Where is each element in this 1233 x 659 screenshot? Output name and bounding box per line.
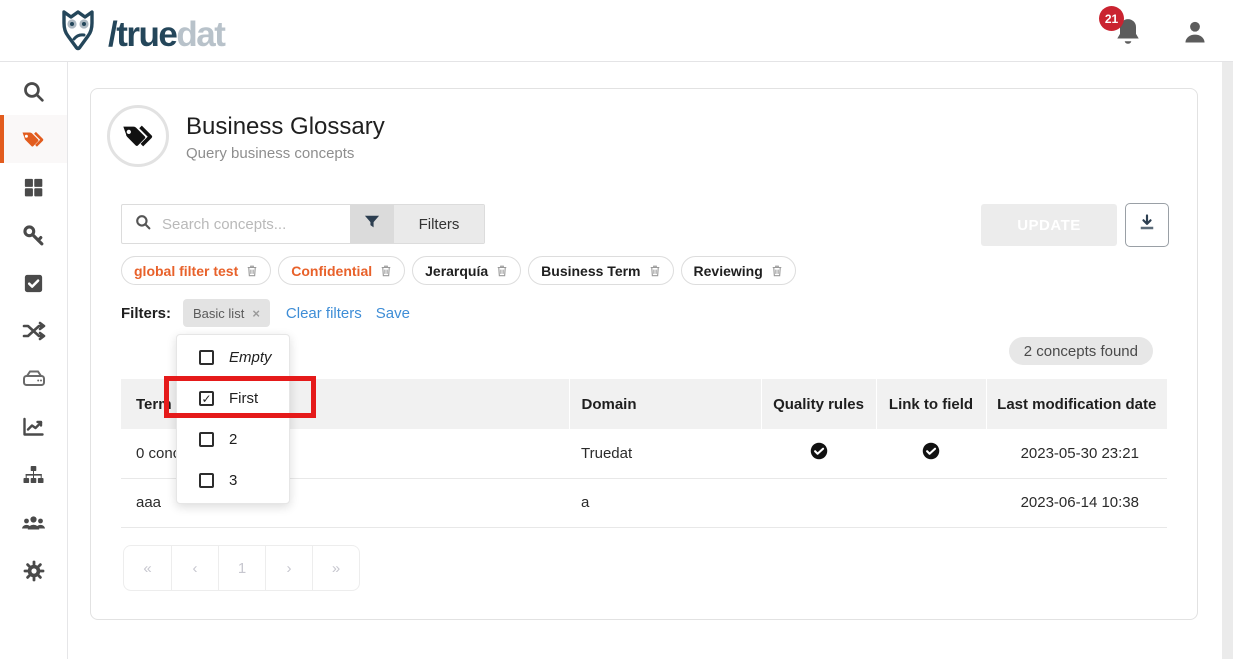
dropdown-option-2[interactable]: 2: [177, 419, 289, 460]
dropdown-option-first[interactable]: First: [177, 378, 289, 419]
shuffle-icon: [21, 319, 47, 343]
tags-icon: [20, 127, 47, 151]
gear-icon: [22, 559, 46, 583]
search-icon: [21, 79, 46, 104]
page-scrollbar[interactable]: [1222, 62, 1233, 659]
sitemap-icon: [21, 463, 46, 487]
pagination-page-1[interactable]: 1: [218, 546, 265, 590]
filter-chip[interactable]: global filter test: [121, 256, 271, 285]
clear-filters-link[interactable]: Clear filters: [286, 305, 362, 322]
search-input[interactable]: [162, 216, 342, 233]
saved-filters-label: Filters:: [121, 305, 171, 322]
sidebar-item-dashboards[interactable]: [0, 403, 67, 451]
col-header-domain[interactable]: Domain: [569, 379, 761, 429]
filter-chip[interactable]: Business Term: [528, 256, 673, 285]
save-filters-link[interactable]: Save: [376, 305, 410, 322]
notifications-button[interactable]: 21: [1113, 16, 1149, 52]
trash-icon[interactable]: [649, 264, 661, 277]
trash-icon[interactable]: [380, 264, 392, 277]
check-circle-icon: [810, 442, 828, 464]
user-menu-button[interactable]: [1181, 18, 1209, 46]
page-title: Business Glossary: [186, 113, 385, 141]
download-button[interactable]: [1125, 203, 1169, 247]
sidebar-item-structures[interactable]: [0, 163, 67, 211]
filters-button[interactable]: Filters: [394, 205, 484, 243]
sidebar-item-quality[interactable]: [0, 259, 67, 307]
sidebar: [0, 62, 68, 659]
search-icon: [134, 213, 152, 236]
owl-logo-icon: [52, 9, 104, 60]
pagination-first-button[interactable]: «: [124, 546, 171, 590]
filter-funnel-button[interactable]: [350, 205, 394, 243]
pagination: « ‹ 1 › »: [123, 545, 360, 591]
grid-icon: [22, 176, 45, 199]
sidebar-item-glossary[interactable]: [0, 115, 67, 163]
cell-domain: Truedat: [569, 429, 761, 478]
trash-icon[interactable]: [496, 264, 508, 277]
topbar: /truedat 21: [0, 0, 1233, 62]
filter-chip[interactable]: Reviewing: [681, 256, 796, 285]
saved-filters-row: Filters: Basic list × Clear filters Save: [121, 298, 410, 328]
user-icon: [1181, 33, 1209, 50]
page-subtitle: Query business concepts: [186, 145, 354, 162]
cell-last-modification: 2023-06-14 10:38: [986, 478, 1167, 527]
sidebar-item-settings[interactable]: [0, 547, 67, 595]
pagination-prev-button[interactable]: ‹: [171, 546, 218, 590]
trash-icon[interactable]: [771, 264, 783, 277]
users-icon: [20, 511, 47, 535]
sidebar-item-search[interactable]: [0, 67, 67, 115]
sidebar-item-lineage[interactable]: [0, 307, 67, 355]
cell-domain: a: [569, 478, 761, 527]
truedat-logo[interactable]: /truedat: [52, 9, 224, 60]
checkbox-checked-icon[interactable]: [199, 391, 214, 406]
filter-chip[interactable]: Confidential: [278, 256, 405, 285]
download-icon: [1137, 213, 1157, 238]
logo-wordmark: /truedat: [108, 13, 224, 57]
key-icon: [21, 223, 46, 248]
results-count-badge: 2 concepts found: [1009, 337, 1153, 365]
trash-icon[interactable]: [246, 264, 258, 277]
dropdown-option-3[interactable]: 3: [177, 460, 289, 501]
cell-quality-rules: [761, 429, 876, 478]
truedat-app: /truedat 21: [0, 0, 1233, 659]
saved-filter-chip[interactable]: Basic list ×: [183, 299, 270, 327]
funnel-icon: [362, 212, 382, 237]
chart-icon: [21, 415, 46, 439]
remove-saved-filter-icon[interactable]: ×: [252, 306, 260, 321]
cell-quality-rules: [761, 478, 876, 527]
pagination-last-button[interactable]: »: [312, 546, 359, 590]
pagination-next-button[interactable]: ›: [265, 546, 312, 590]
checkbox-unchecked-icon[interactable]: [199, 350, 214, 365]
cell-link-to-field: [876, 478, 986, 527]
bell-icon: [1113, 35, 1143, 52]
check-square-icon: [22, 272, 45, 295]
update-button[interactable]: UPDATE: [981, 204, 1117, 246]
notification-count-badge: 21: [1099, 6, 1124, 31]
glossary-page-icon: [107, 105, 169, 167]
server-icon: [21, 367, 47, 391]
filter-chip[interactable]: Jerarquía: [412, 256, 521, 285]
sidebar-item-systems[interactable]: [0, 355, 67, 403]
sidebar-item-permissions[interactable]: [0, 211, 67, 259]
glossary-card: Business Glossary Query business concept…: [90, 88, 1198, 620]
check-circle-icon: [922, 442, 940, 464]
dropdown-option-empty[interactable]: Empty: [177, 337, 289, 378]
col-header-quality-rules[interactable]: Quality rules: [761, 379, 876, 429]
col-header-link-to-field[interactable]: Link to field: [876, 379, 986, 429]
cell-link-to-field: [876, 429, 986, 478]
checkbox-unchecked-icon[interactable]: [199, 432, 214, 447]
cell-last-modification: 2023-05-30 23:21: [986, 429, 1167, 478]
search-filter-group: Filters: [121, 204, 485, 244]
filter-chip-row: global filter test Confidential Jerarquí…: [121, 256, 796, 285]
col-header-last-modification[interactable]: Last modification date: [986, 379, 1167, 429]
filter-options-dropdown: Empty First 2 3: [176, 334, 290, 504]
checkbox-unchecked-icon[interactable]: [199, 473, 214, 488]
sidebar-item-taxonomy[interactable]: [0, 451, 67, 499]
sidebar-item-users[interactable]: [0, 499, 67, 547]
